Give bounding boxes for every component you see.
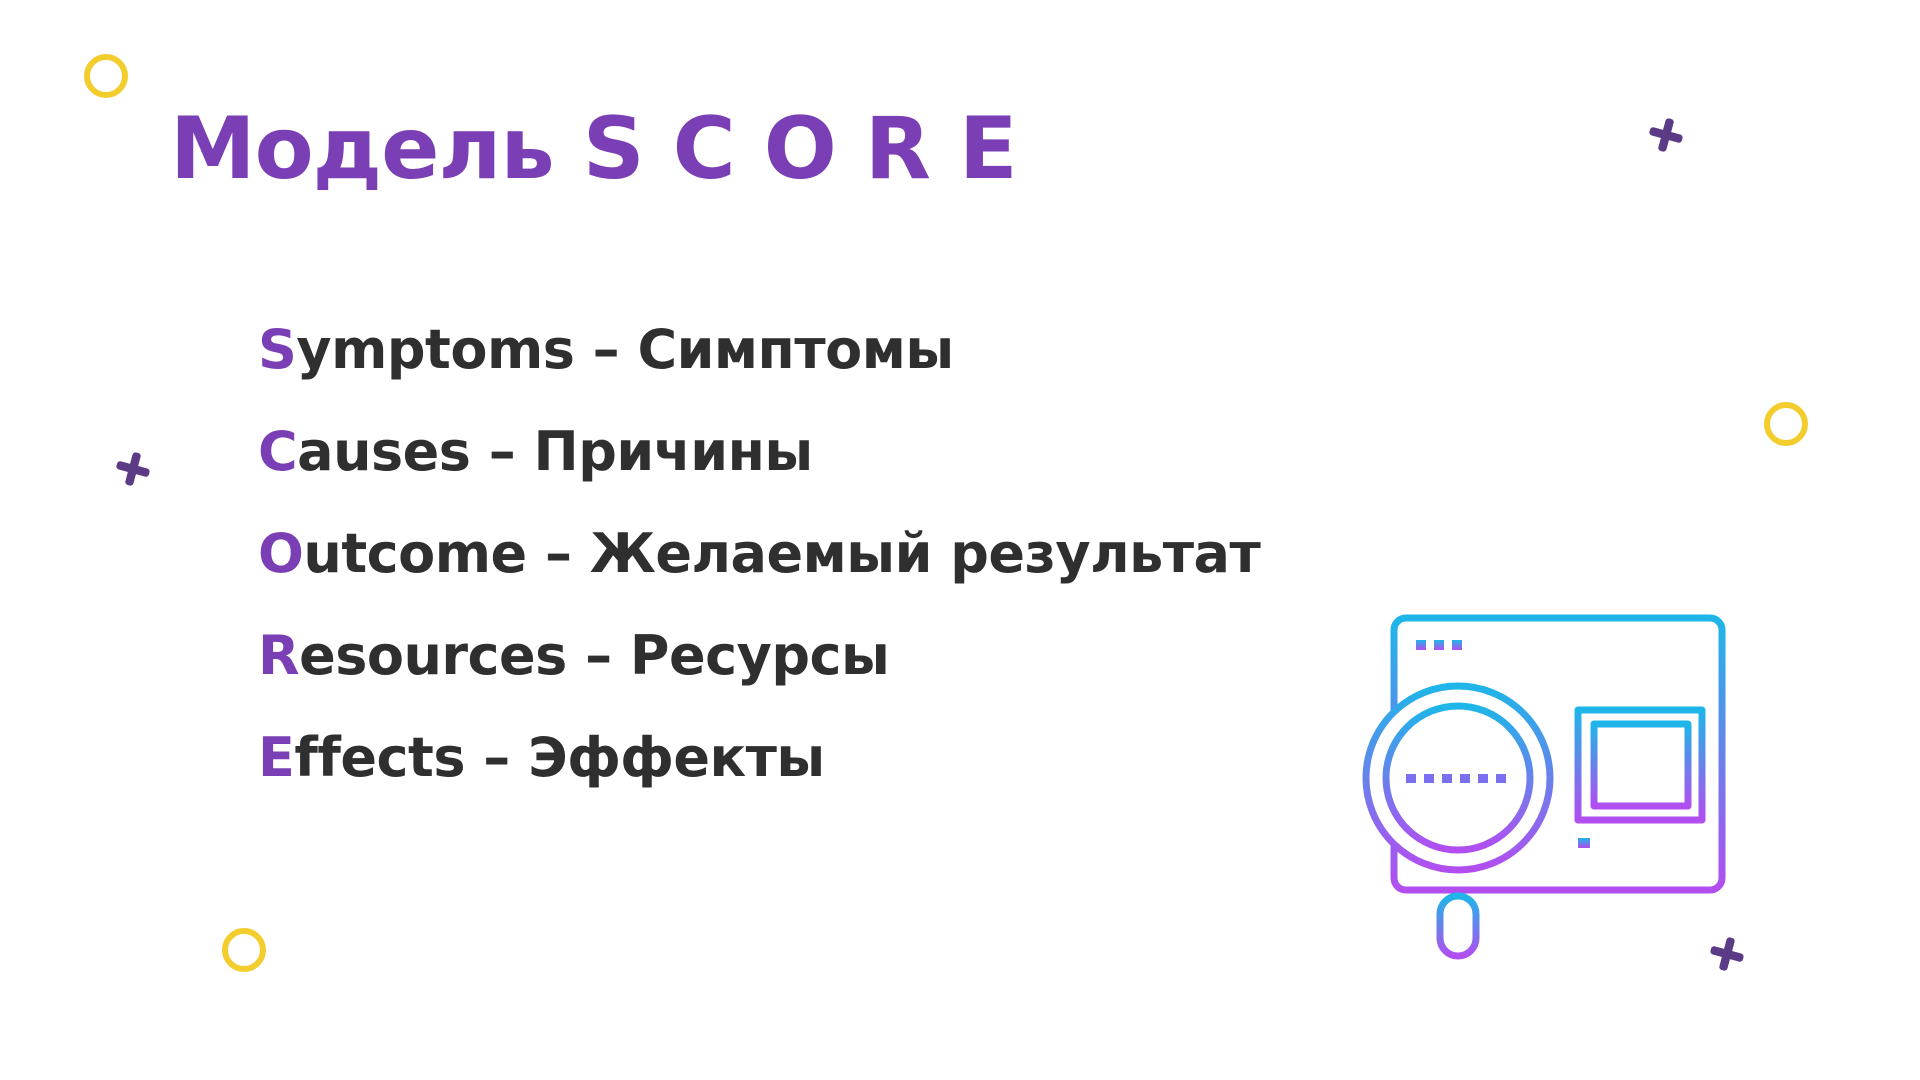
- slide: Модель S C O R E Symptoms – Симптомы Cau…: [0, 0, 1920, 1080]
- list-item-resources: Resources – Ресурсы: [258, 624, 1260, 726]
- item-text: auses – Причины: [297, 420, 813, 483]
- item-letter: C: [258, 420, 298, 483]
- slide-title: Модель S C O R E: [170, 99, 1018, 199]
- score-list: Symptoms – Симптомы Causes – Причины Out…: [258, 318, 1261, 828]
- plus-icon: [116, 452, 150, 486]
- ring-icon: [84, 54, 128, 98]
- item-text: ymptoms – Симптомы: [296, 318, 954, 381]
- item-letter: R: [258, 624, 300, 687]
- list-item-outcome: Outcome – Желаемый результат: [258, 522, 1261, 624]
- item-letter: O: [258, 522, 304, 585]
- item-text: esources – Ресурсы: [299, 624, 890, 687]
- list-item-effects: Effects – Эффекты: [258, 726, 1260, 828]
- ring-icon: [1764, 402, 1808, 446]
- ring-icon: [222, 928, 266, 972]
- magnifier-over-browser-window-icon: [1362, 614, 1726, 960]
- plus-icon: [1649, 118, 1683, 152]
- item-text: utcome – Желаемый результат: [303, 522, 1261, 585]
- list-item-symptoms: Symptoms – Симптомы: [258, 318, 1260, 420]
- list-item-causes: Causes – Причины: [258, 420, 1260, 522]
- item-letter: E: [258, 726, 295, 789]
- item-text: ffects – Эффекты: [294, 726, 825, 789]
- item-letter: S: [258, 318, 297, 381]
